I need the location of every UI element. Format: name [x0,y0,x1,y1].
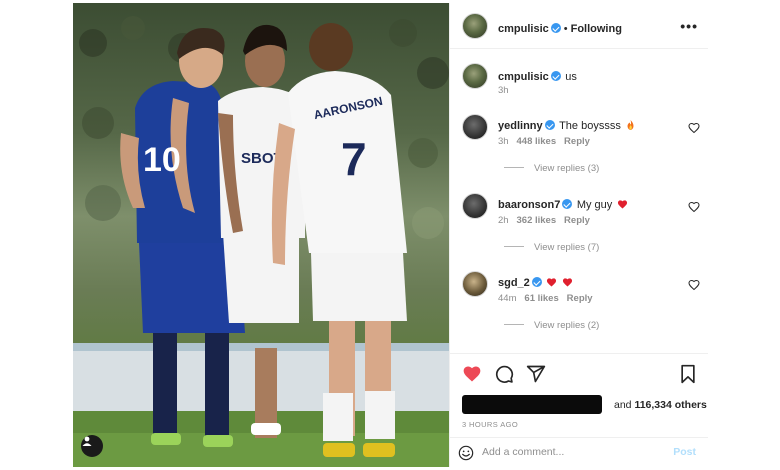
verified-badge-icon [562,199,573,209]
following-button[interactable]: Following [571,23,622,35]
post-button[interactable]: Post [673,446,696,458]
comment-item: yedlinny The boyssss 3h 448 likes Reply … [450,112,708,182]
photo-illustration: 10 SBOT AARONSON 7 [73,16,449,467]
tagged-users-icon[interactable] [81,435,103,457]
comment-avatar[interactable] [462,114,488,140]
comment-avatar[interactable] [462,193,488,219]
red-heart-emoji-icon [547,278,557,287]
caption-username[interactable]: cmpulisic [498,71,549,83]
comment-likes[interactable]: 448 likes [517,136,557,147]
verified-badge-icon [550,71,561,81]
fire-emoji-icon [627,120,634,130]
view-replies-button[interactable]: View replies (3) [504,163,599,174]
post-header: cmpulisic • Following ••• [450,3,708,49]
redacted-username-block [462,395,602,414]
comment-time: 2h [498,215,509,226]
avatar[interactable] [462,13,488,39]
comment-item: baaronson7 My guy 2h 362 likes Reply Vie… [450,191,708,261]
view-replies-button[interactable]: View replies (7) [504,242,599,253]
jersey-number-left: 10 [143,141,181,179]
post-timestamp: 3 HOURS AGO [462,420,519,429]
caption: cmpulisic us 3h [450,61,708,101]
likes-summary[interactable]: and 116,334 others [462,395,707,414]
comment-time: 44m [498,293,517,304]
more-options-icon[interactable]: ••• [680,18,698,34]
likes-prefix: and [614,399,632,411]
comment-like-heart-icon[interactable] [688,279,700,291]
view-replies-label: View replies (3) [534,163,600,174]
comment-text: The boyssss [559,120,621,132]
comment-likes[interactable]: 61 likes [524,293,558,304]
action-bar [450,353,708,389]
comment-meta: 2h 362 likes Reply [498,215,590,226]
comment-username[interactable]: sgd_2 [498,277,530,289]
caption-line: cmpulisic us [498,67,577,85]
comment-line: baaronson7 My guy [498,195,628,213]
likes-count: 116,334 [634,399,672,411]
comment-username[interactable]: yedlinny [498,120,543,132]
reply-button[interactable]: Reply [564,215,590,226]
comment-meta: 3h 448 likes Reply [498,136,590,147]
comment-item: sgd_2 44m 61 likes Reply View replies (2… [450,269,708,339]
header-username[interactable]: cmpulisic [498,23,549,35]
verified-badge-icon [544,120,555,130]
comment-input[interactable]: Add a comment... [482,446,564,458]
view-replies-button[interactable]: View replies (2) [504,320,599,331]
likes-suffix: others [674,399,707,411]
view-replies-label: View replies (2) [534,320,600,331]
header-separator: • [563,23,568,35]
heart-filled-icon[interactable] [462,364,482,384]
comment-icon[interactable] [494,364,514,384]
comment-text: My guy [576,199,613,211]
emoji-picker-icon[interactable] [458,445,474,461]
comment-username[interactable]: baaronson7 [498,199,560,211]
comment-avatar[interactable] [462,271,488,297]
caption-time: 3h [498,85,509,96]
view-replies-label: View replies (7) [534,242,600,253]
caption-avatar[interactable] [462,63,488,89]
comment-line: yedlinny The boyssss [498,116,636,134]
comment-like-heart-icon[interactable] [688,122,700,134]
comment-time: 3h [498,136,509,147]
reply-button[interactable]: Reply [567,293,593,304]
comment-box: Add a comment... Post [450,437,708,467]
comment-likes[interactable]: 362 likes [517,215,557,226]
comment-like-heart-icon[interactable] [688,201,700,213]
likes-text: and 116,334 others [614,399,707,411]
verified-badge-icon [531,277,542,287]
header-user-line: cmpulisic • Following [498,19,622,37]
reply-button[interactable]: Reply [564,136,590,147]
post-panel: cmpulisic • Following ••• cmpulisic us 3h … [449,3,708,467]
comment-meta: 44m 61 likes Reply [498,293,593,304]
red-heart-emoji-icon [562,278,572,287]
jersey-number-right: 7 [341,133,367,185]
post-photo[interactable]: 10 SBOT AARONSON 7 [73,3,449,467]
bookmark-icon[interactable] [678,364,698,384]
comment-line: sgd_2 [498,273,573,291]
red-heart-emoji-icon [617,200,627,209]
verified-badge-icon [550,23,561,33]
caption-text: us [565,71,577,83]
share-icon[interactable] [526,364,546,384]
